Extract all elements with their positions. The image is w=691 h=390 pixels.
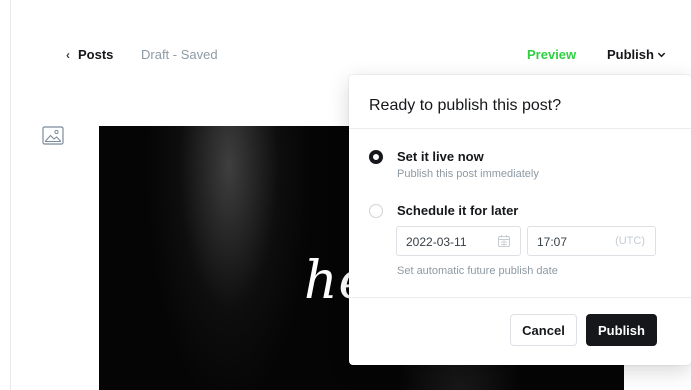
cancel-button[interactable]: Cancel [510,314,577,346]
back-link-label: Posts [78,47,114,62]
popover-footer-divider [349,297,691,298]
schedule-hint: Set automatic future publish date [397,265,558,277]
publish-trigger-label: Publish [607,47,654,62]
confirm-publish-button[interactable]: Publish [586,314,657,346]
feature-image-icon[interactable] [42,126,64,146]
publish-popover: Ready to publish this post? Set it live … [349,75,691,365]
time-value: 17:07 [537,235,568,249]
option-label: Schedule it for later [397,203,519,218]
radio-publish-now[interactable] [369,150,383,164]
option-label: Set it live now [397,149,484,164]
timezone-label: (UTC) [615,235,645,247]
option-description: Publish this post immediately [397,168,539,180]
preview-button[interactable]: Preview [527,47,576,62]
publish-menu-trigger[interactable]: Publish [607,47,666,62]
schedule-time-input[interactable]: 17:07 (UTC) [527,226,656,256]
popover-divider [349,128,691,129]
schedule-date-input[interactable]: 2022-03-11 [396,226,521,256]
calendar-icon[interactable] [497,234,511,248]
draft-status: Draft - Saved [141,47,218,62]
date-value: 2022-03-11 [406,235,467,249]
popover-title: Ready to publish this post? [369,97,562,114]
chevron-down-icon [657,52,666,58]
chevron-left-icon: ‹ [66,47,70,62]
radio-schedule[interactable] [369,204,383,218]
back-to-posts-link[interactable]: ‹ Posts [66,47,113,62]
